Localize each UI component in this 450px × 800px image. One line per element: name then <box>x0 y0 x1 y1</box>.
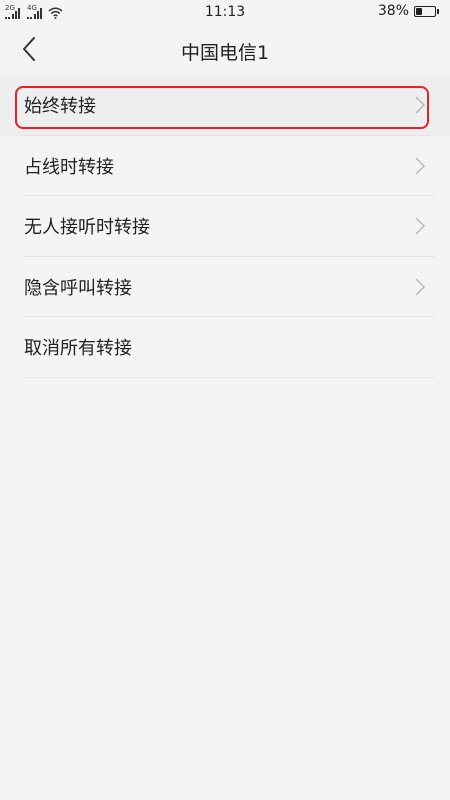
menu-item-label: 始终转接 <box>24 96 96 118</box>
chevron-right-icon <box>415 278 426 296</box>
chevron-right-icon <box>415 157 426 175</box>
status-bar: 2G 4G 11:13 38% <box>0 0 450 24</box>
forwarding-options-list: 始终转接 占线时转接 无人接听时转接 隐含呼叫转接 取消所有转接 <box>0 75 450 378</box>
menu-item-forward-when-unreachable[interactable]: 隐含呼叫转接 <box>0 257 450 317</box>
call-forwarding-screen: 2G 4G 11:13 38% 中国电信1 始终转接 占线时转接 无人接听时转接… <box>0 0 450 800</box>
battery-icon <box>414 5 439 17</box>
battery-percent: 38% <box>377 3 409 19</box>
menu-item-label: 取消所有转接 <box>24 338 132 360</box>
battery-status: 38% <box>377 3 439 19</box>
menu-item-label: 无人接听时转接 <box>24 217 150 239</box>
menu-item-always-forward[interactable]: 始终转接 <box>0 75 450 136</box>
menu-item-label: 隐含呼叫转接 <box>24 277 132 299</box>
menu-item-forward-when-unanswered[interactable]: 无人接听时转接 <box>0 196 450 257</box>
header-bar: 中国电信1 <box>0 24 450 76</box>
page-title: 中国电信1 <box>180 42 270 64</box>
menu-item-forward-when-busy[interactable]: 占线时转接 <box>0 136 450 196</box>
menu-item-label: 占线时转接 <box>24 156 114 178</box>
list-divider <box>24 376 434 378</box>
chevron-right-icon <box>415 217 426 235</box>
chevron-right-icon <box>415 96 426 114</box>
menu-item-cancel-all-forwarding[interactable]: 取消所有转接 <box>0 317 450 378</box>
